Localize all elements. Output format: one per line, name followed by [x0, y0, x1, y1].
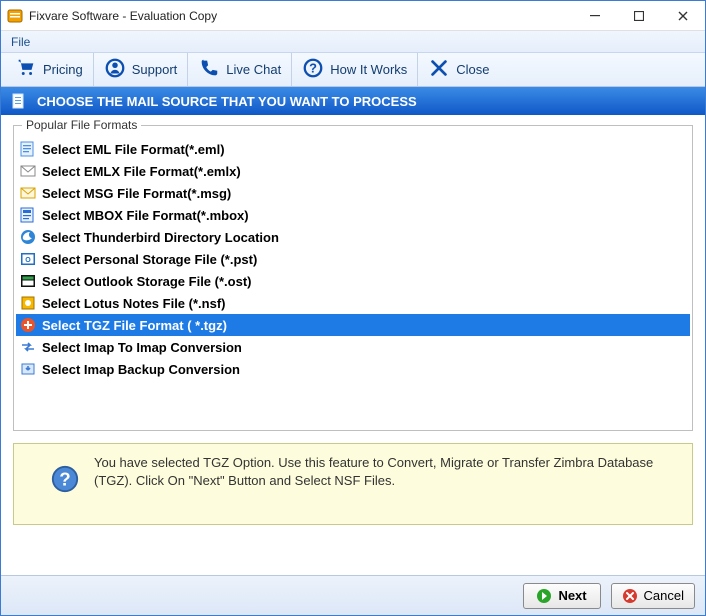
toolbar-pricing[interactable]: Pricing — [5, 53, 94, 86]
format-label: Select MSG File Format(*.msg) — [42, 186, 231, 201]
format-label: Select TGZ File Format ( *.tgz) — [42, 318, 227, 333]
format-label: Select Imap Backup Conversion — [42, 362, 240, 377]
format-option[interactable]: Select EMLX File Format(*.emlx) — [16, 160, 690, 182]
format-option[interactable]: Select Imap Backup Conversion — [16, 358, 690, 380]
format-icon — [20, 273, 36, 289]
toolbar-pricing-label: Pricing — [43, 62, 83, 77]
instruction-text: CHOOSE THE MAIL SOURCE THAT YOU WANT TO … — [37, 94, 417, 109]
cancel-button[interactable]: Cancel — [611, 583, 695, 609]
file-formats-group: Popular File Formats Select EML File For… — [13, 125, 693, 431]
toolbar-howitworks[interactable]: ? How It Works — [292, 53, 418, 86]
question-icon: ? — [302, 57, 324, 82]
app-icon — [7, 8, 23, 24]
format-label: Select Thunderbird Directory Location — [42, 230, 279, 245]
window-title: Fixvare Software - Evaluation Copy — [29, 9, 217, 23]
next-button[interactable]: Next — [523, 583, 601, 609]
minimize-button[interactable] — [573, 1, 617, 31]
window-controls — [573, 1, 705, 31]
footer: Next Cancel — [1, 575, 705, 615]
format-option[interactable]: Select Imap To Imap Conversion — [16, 336, 690, 358]
close-icon — [428, 57, 450, 82]
titlebar: Fixvare Software - Evaluation Copy — [1, 1, 705, 31]
next-label: Next — [558, 588, 586, 603]
format-option[interactable]: Select TGZ File Format ( *.tgz) — [16, 314, 690, 336]
format-icon — [20, 339, 36, 355]
svg-text:?: ? — [309, 61, 317, 76]
help-icon: ? — [50, 464, 80, 494]
format-option[interactable]: Select EML File Format(*.eml) — [16, 138, 690, 160]
format-list: Select EML File Format(*.eml) Select EMLX… — [16, 138, 690, 380]
format-icon — [20, 361, 36, 377]
format-option[interactable]: Select MBOX File Format(*.mbox) — [16, 204, 690, 226]
toolbar-livechat[interactable]: Live Chat — [188, 53, 292, 86]
toolbar-close[interactable]: Close — [418, 53, 499, 86]
toolbar-close-label: Close — [456, 62, 489, 77]
format-option[interactable]: Select Lotus Notes File (*.nsf) — [16, 292, 690, 314]
menu-file[interactable]: File — [1, 32, 40, 52]
svg-text:?: ? — [59, 469, 70, 490]
svg-text:O: O — [25, 257, 31, 264]
format-option[interactable]: Select Thunderbird Directory Location — [16, 226, 690, 248]
format-icon — [20, 229, 36, 245]
format-label: Select EMLX File Format(*.emlx) — [42, 164, 241, 179]
format-label: Select EML File Format(*.eml) — [42, 142, 225, 157]
close-window-button[interactable] — [661, 1, 705, 31]
format-label: Select Imap To Imap Conversion — [42, 340, 242, 355]
format-icon — [20, 163, 36, 179]
toolbar-support-label: Support — [132, 62, 178, 77]
maximize-button[interactable] — [617, 1, 661, 31]
toolbar-livechat-label: Live Chat — [226, 62, 281, 77]
content-area: Popular File Formats Select EML File For… — [1, 115, 705, 575]
cancel-icon — [622, 588, 638, 604]
cart-icon — [15, 57, 37, 82]
tip-text: You have selected TGZ Option. Use this f… — [94, 454, 672, 489]
format-icon: O — [20, 251, 36, 267]
document-icon — [11, 93, 27, 109]
tip-panel: ? You have selected TGZ Option. Use this… — [13, 443, 693, 525]
format-label: Select Personal Storage File (*.pst) — [42, 252, 257, 267]
format-icon — [20, 207, 36, 223]
format-label: Select MBOX File Format(*.mbox) — [42, 208, 249, 223]
toolbar-support[interactable]: Support — [94, 53, 189, 86]
format-label: Select Lotus Notes File (*.nsf) — [42, 296, 225, 311]
format-icon — [20, 317, 36, 333]
support-icon — [104, 57, 126, 82]
format-option[interactable]: Select Outlook Storage File (*.ost) — [16, 270, 690, 292]
toolbar-howitworks-label: How It Works — [330, 62, 407, 77]
format-icon — [20, 141, 36, 157]
format-icon — [20, 185, 36, 201]
format-option[interactable]: O Select Personal Storage File (*.pst) — [16, 248, 690, 270]
phone-icon — [198, 57, 220, 82]
toolbar: Pricing Support Live Chat ? How It Works… — [1, 53, 705, 87]
menubar: File — [1, 31, 705, 53]
format-icon — [20, 295, 36, 311]
next-arrow-icon — [536, 588, 552, 604]
cancel-label: Cancel — [644, 588, 684, 603]
format-label: Select Outlook Storage File (*.ost) — [42, 274, 251, 289]
group-title: Popular File Formats — [22, 118, 141, 132]
instruction-header: CHOOSE THE MAIL SOURCE THAT YOU WANT TO … — [1, 87, 705, 115]
format-option[interactable]: Select MSG File Format(*.msg) — [16, 182, 690, 204]
